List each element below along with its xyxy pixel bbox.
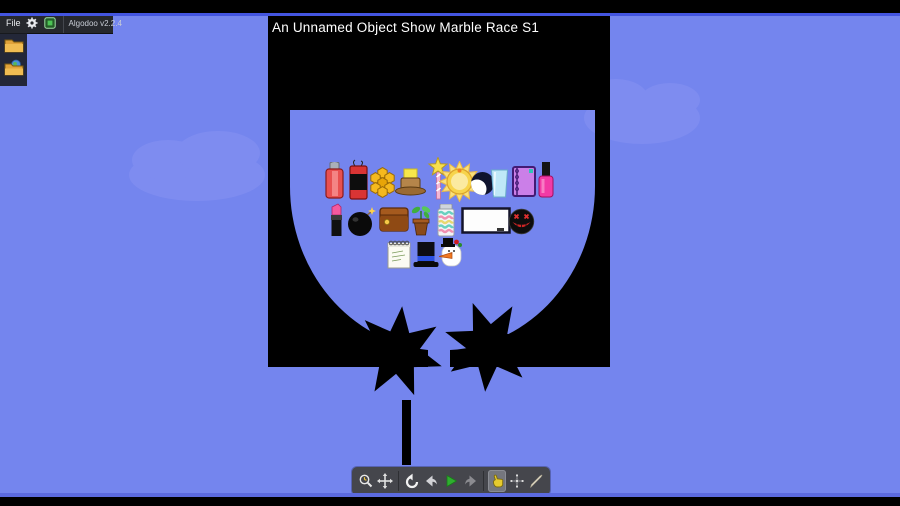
redo-arrow-icon [464,475,476,487]
marble-notebook[interactable] [510,165,537,198]
marble-glass-of-water[interactable] [490,169,509,198]
toolbar-separator [398,471,400,491]
pan-icon [377,473,394,489]
undo-tool-button[interactable] [403,470,421,492]
marble-dynamite[interactable] [347,159,369,200]
drop-pillar[interactable] [402,400,411,465]
brush-tool-button[interactable] [527,470,545,492]
drag-hand-icon [493,474,504,488]
toolbar-separator [483,471,485,491]
marble-snowman[interactable] [439,238,463,268]
move-dots-icon [510,474,524,488]
move-tool-button[interactable] [508,470,526,492]
letterbox-top [0,0,900,13]
cloud-left [129,131,265,201]
marble-notepad[interactable] [387,239,411,269]
folder-icon [4,39,23,53]
folder-globe-icon [4,59,23,75]
pan-tool-button[interactable] [377,470,395,492]
gear-button[interactable] [26,17,39,30]
scene-title: An Unnamed Object Show Marble Race S1 [272,20,540,35]
brush-icon [530,474,543,488]
file-menu[interactable]: File [6,18,21,28]
algodoo-window: An Unnamed Object Show Marble Race S1 Fi… [0,0,900,506]
marble-lipstick[interactable] [330,203,343,237]
play-tool-button[interactable] [442,470,460,492]
version-label: Algodoo v2.2.4 [68,18,122,28]
marble-candy-jar[interactable] [437,204,455,237]
marble-honeycomb[interactable] [369,166,396,198]
drag-tool-button[interactable] [488,470,506,492]
marble-nail-polish[interactable] [537,162,555,199]
marble-spray-can[interactable] [324,162,345,200]
open-folder-button[interactable] [3,36,24,54]
marble-bomb[interactable] [347,207,377,237]
browse-online-folder-button[interactable] [3,58,24,76]
undo-icon [405,473,418,489]
zoom-tool-button[interactable] [357,470,375,492]
marble-sapling[interactable] [410,203,432,236]
marble-whiteboard[interactable] [461,207,511,236]
letterbox-bottom [0,497,900,506]
marble-wallet[interactable] [379,206,409,233]
accent-line-top [0,13,900,16]
folder-panel [0,33,27,86]
plugins-icon [44,17,56,29]
redo-tool-button[interactable] [462,470,480,492]
menu-bar: File Algodoo v2.2.4 [0,13,122,34]
gear-icon [26,17,38,29]
zoom-icon [359,474,372,488]
marble-scary-face[interactable] [508,208,535,235]
play-icon [446,474,458,488]
back-arrow-icon [426,475,438,487]
marble-buttered-hat[interactable] [395,167,426,196]
bottom-toolbar [352,467,550,495]
plugins-button[interactable] [44,17,57,30]
back-tool-button[interactable] [423,470,441,492]
marble-top-hat[interactable] [413,241,439,268]
